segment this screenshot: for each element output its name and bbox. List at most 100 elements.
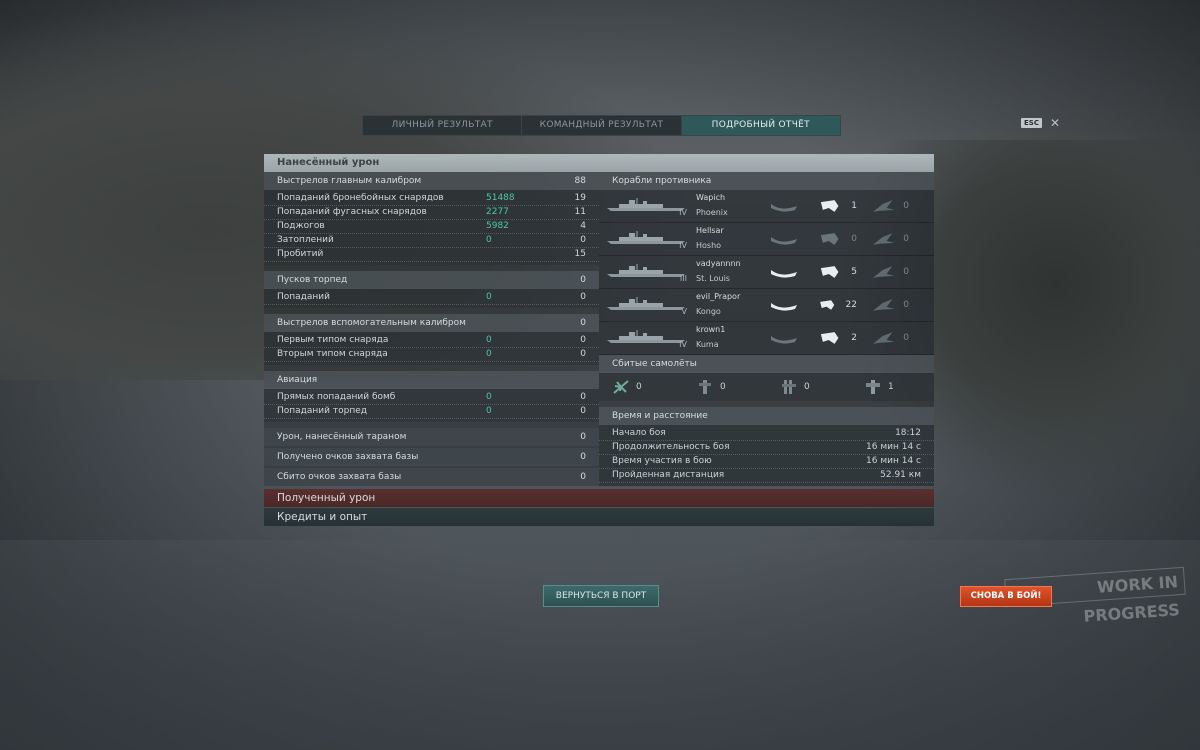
time-distance-title: Время и расстояние [599,407,934,425]
stat-row: Первым типом снаряда 0 0 [264,334,599,348]
enemy-ship-row[interactable]: IV Hellsar Hosho 0 0 [599,223,934,256]
time-row: Начало боя 18:12 [599,427,934,441]
enemy-ship-row[interactable]: III vadyannnn St. Louis 5 0 [599,256,934,289]
plane-shot-icon [872,299,895,311]
torpedo-value: 0 [580,275,586,285]
shell-hit-icon [820,266,839,278]
section-damage-received[interactable]: Полученный урон [264,489,934,507]
aviation-label: Авиация [277,375,318,385]
stat-row: Вторым типом снаряда 0 0 [264,348,599,362]
stat-row: Пробитий 15 [264,248,599,262]
enemy-ship-row[interactable]: Vevil_Prapor Kongo 22 0 [599,289,934,322]
ship-player-name: krown1 [696,325,726,334]
kill-ribbon: 2 [817,330,857,346]
ship-player-name: Hellsar [696,226,724,235]
hit-ribbon [769,330,809,346]
torpedo-label: Пусков торпед [277,275,348,285]
battle-again-button[interactable]: СНОВА В БОЙ! [960,586,1052,607]
damage-stats-column: Выстрелов главным калибром 88 Попаданий … [264,172,599,486]
stat-row: Попаданий 0 0 [264,291,599,305]
close-icon[interactable]: ✕ [1050,117,1060,129]
defend-points-row: Сбито очков захвата базы 0 [264,468,599,486]
ship-player-name: Wapich [696,193,726,202]
planes-down-row: 0 0 0 1 [599,373,934,401]
plane-ribbon: 0 [869,198,909,214]
capture-points-row: Получено очков захвата базы 0 [264,448,599,466]
aviation-block: Авиация Прямых попаданий бомб 0 0 Попадани… [264,371,599,422]
background-water [0,540,1200,750]
dive-bomber-icon [782,380,796,394]
stat-row: Поджогов 5982 4 [264,220,599,234]
plane-ribbon: 0 [869,264,909,280]
torpedo-hit-icon [771,303,797,311]
tab-detailed-report[interactable]: ПОДРОБНЫЙ ОТЧЁТ [681,116,840,135]
scout-plane-count: 1 [888,382,894,392]
stat-row: Попаданий торпед 0 0 [264,405,599,419]
tab-bar: ЛИЧНЫЙ РЕЗУЛЬТАТ КОМАНДНЫЙ РЕЗУЛЬТАТ ПОД… [362,115,841,136]
torpedo-block: Пусков торпед 0 Попаданий 0 0 [264,271,599,308]
time-row: Пройденная дистанция 52.91 км [599,469,934,483]
hit-ribbon [769,198,809,214]
scout-plane-icon [866,380,880,394]
torpedo-bomber-icon [699,380,711,394]
enemy-ships-title: Корабли противника [599,172,934,190]
ship-name: St. Louis [696,274,730,283]
ship-name: Kongo [696,307,721,316]
torpedo-hit-icon [771,204,797,212]
section-damage-dealt[interactable]: Нанесённый урон [264,154,934,172]
torpedo-hit-icon [771,237,797,245]
ship-name: Hosho [696,241,722,250]
tab-team-result[interactable]: КОМАНДНЫЙ РЕЗУЛЬТАТ [522,116,682,135]
plane-shot-icon [872,332,895,344]
close-control[interactable]: ESC ✕ [1021,117,1060,129]
dive-bomber-count: 0 [804,382,810,392]
fighter-icon [613,380,629,394]
hit-ribbon [769,297,809,313]
main-battery-block: Выстрелов главным калибром 88 Попаданий … [264,172,599,265]
ram-damage-row: Урон, нанесённый тараном 0 [264,428,599,446]
secondary-label: Выстрелов вспомогательным калибром [277,318,466,328]
plane-shot-icon [872,233,895,245]
fighter-count: 0 [636,382,642,392]
torpedo-hit-icon [771,336,797,344]
ship-player-name: vadyannnn [696,259,741,268]
secondary-value: 0 [580,318,586,328]
torpedo-hit-icon [771,270,797,278]
kill-ribbon: 0 [817,231,857,247]
stat-row: Попаданий бронебойных снарядов 51488 19 [264,192,599,206]
kill-ribbon: 22 [817,297,857,313]
hit-ribbon [769,264,809,280]
ship-tier: IV [679,208,687,217]
shell-hit-icon [820,200,839,212]
plane-shot-icon [872,200,895,212]
planes-down-title: Сбитые самолёты [599,355,934,373]
kill-ribbon: 5 [817,264,857,280]
enemy-column: Корабли противника IV Wapich Phoenix 1 0 IV He… [599,172,934,486]
secondary-block: Выстрелов вспомогательным калибром 0 Пер… [264,314,599,365]
ship-tier: IV [679,241,687,250]
plane-shot-icon [872,266,895,278]
ship-tier: IV [679,340,687,349]
time-row: Продолжительность боя 16 мин 14 с [599,441,934,455]
plane-ribbon: 0 [869,297,909,313]
plane-ribbon: 0 [869,330,909,346]
ship-name: Phoenix [696,208,728,217]
enemy-ship-row[interactable]: IV krown1 Kuma 2 0 [599,322,934,355]
section-credits-xp[interactable]: Кредиты и опыт [264,508,934,526]
ship-name: Kuma [696,340,719,349]
kill-ribbon: 1 [817,198,857,214]
stat-row: Затоплений 0 0 [264,234,599,248]
return-to-port-button[interactable]: ВЕРНУТЬСЯ В ПОРТ [543,585,659,607]
enemy-ship-row[interactable]: IV Wapich Phoenix 1 0 [599,190,934,223]
tab-personal-result[interactable]: ЛИЧНЫЙ РЕЗУЛЬТАТ [363,116,523,135]
plane-ribbon: 0 [869,231,909,247]
shell-hit-icon [820,300,835,310]
shell-hit-icon [820,332,839,344]
ship-player-name: evil_Prapor [696,292,741,301]
ship-tier: V [681,307,687,316]
torpedo-bomber-count: 0 [720,382,726,392]
esc-key-badge: ESC [1021,118,1042,128]
shell-hit-icon [820,233,839,245]
report-panel: Нанесённый урон Выстрелов главным калибр… [264,154,934,526]
ship-tier: III [679,274,687,283]
